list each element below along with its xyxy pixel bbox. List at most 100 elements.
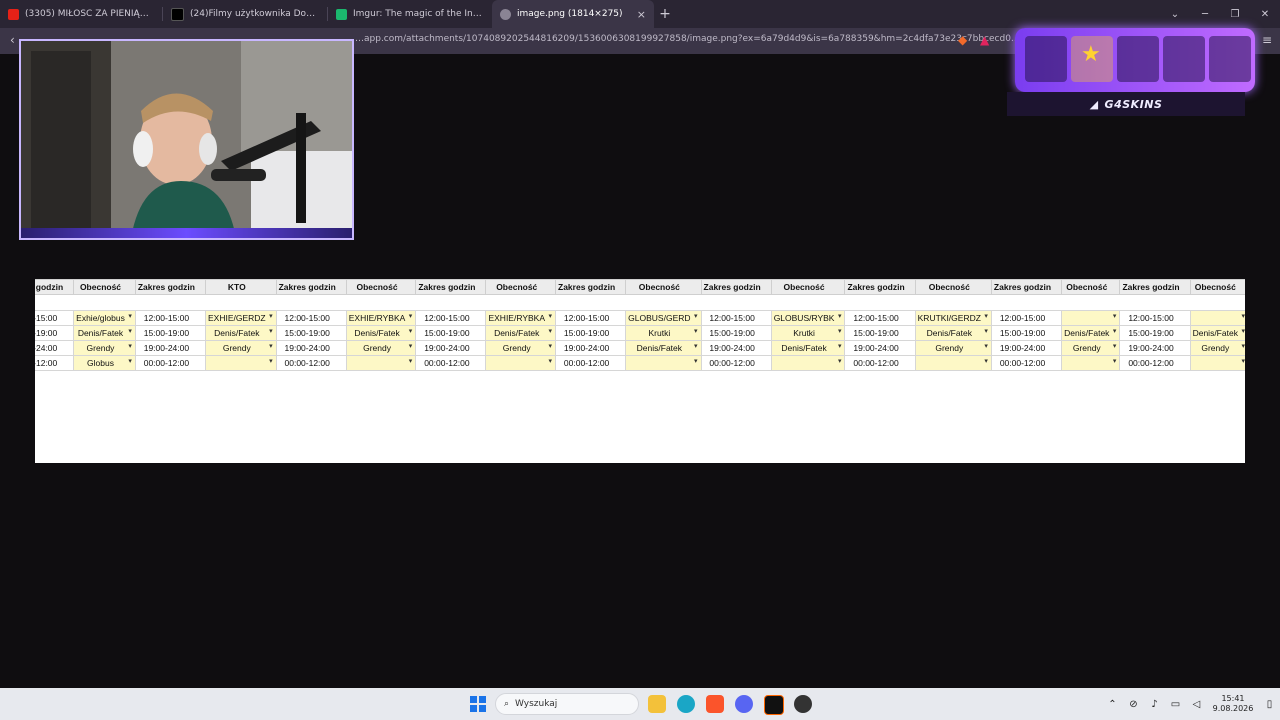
column-header: Zakres godzin bbox=[275, 279, 347, 295]
time-range-cell: 19:00-24:00 bbox=[1119, 340, 1191, 356]
time-range-cell: 12:00-15:00 bbox=[990, 310, 1063, 326]
dropdown-cell: EXHIE/RYBKA bbox=[485, 310, 557, 326]
tab-image-png[interactable]: image.png (1814×275) × bbox=[492, 0, 654, 28]
brave-icon[interactable] bbox=[706, 695, 724, 713]
file-explorer-icon[interactable] bbox=[648, 695, 666, 713]
image-icon bbox=[500, 8, 511, 20]
obs-icon[interactable] bbox=[794, 695, 812, 713]
table-row: 00:00-12:00Globus00:00-12:0000:00-12:000… bbox=[35, 355, 1245, 371]
restore-icon[interactable]: ❐ bbox=[1220, 9, 1250, 20]
clock[interactable]: 15:41 9.08.2026 bbox=[1207, 694, 1259, 714]
column-header: Zakres godzin bbox=[35, 279, 75, 295]
dropdown-cell bbox=[485, 355, 557, 371]
tab-label: Imgur: The magic of the Internet bbox=[353, 9, 484, 19]
header-row: Zakres godzinObecnośćZakres godzinKTOZak… bbox=[35, 279, 1245, 295]
time-range-cell: 19:00-24:00 bbox=[415, 340, 487, 356]
close-tab-icon[interactable]: × bbox=[631, 8, 646, 21]
dropdown-cell: GLOBUS/GERD bbox=[625, 310, 702, 326]
dropdown-cell bbox=[1061, 310, 1121, 326]
brand-logo-icon: ◢ bbox=[1089, 97, 1099, 111]
search-placeholder: Wyszukaj bbox=[515, 699, 558, 709]
time-range-cell: 12:00-15:00 bbox=[844, 310, 916, 326]
dropdown-cell: Denis/Fatek bbox=[625, 340, 702, 356]
taskbar-search[interactable]: ⌕ Wyszukaj bbox=[495, 693, 639, 715]
youtube-icon bbox=[8, 8, 19, 20]
network-off-icon[interactable]: ⊘ bbox=[1123, 699, 1144, 710]
time-range-cell: 12:00-15:00 bbox=[415, 310, 487, 326]
address-bar[interactable]: …app.com/attachments/1074089202544816209… bbox=[355, 34, 1020, 44]
table-row: 19:00-24:00Grendy19:00-24:00Grendy19:00-… bbox=[35, 340, 1245, 356]
chevron-up-icon[interactable]: ⌃ bbox=[1102, 699, 1123, 710]
edge-icon[interactable] bbox=[677, 695, 695, 713]
tab-label: image.png (1814×275) bbox=[517, 9, 623, 19]
dropdown-cell: EXHIE/RYBKA bbox=[345, 310, 417, 326]
dropdown-cell bbox=[204, 355, 277, 371]
tab-imgur[interactable]: Imgur: The magic of the Internet bbox=[328, 0, 492, 28]
time-range-cell: 00:00-12:00 bbox=[275, 355, 347, 371]
time-range-cell: 00:00-12:00 bbox=[990, 355, 1063, 371]
time-range-cell: 19:00-24:00 bbox=[555, 340, 627, 356]
time-range-cell: 12:00-15:00 bbox=[35, 310, 75, 326]
dropdown-cell bbox=[770, 355, 846, 371]
tab-label: (3305) MIŁOŚĆ ZA PIENIĄDZE - Y bbox=[25, 9, 154, 19]
time-range-cell: 12:00-15:00 bbox=[134, 310, 206, 326]
time-range-cell: 19:00-24:00 bbox=[35, 340, 75, 356]
dropdown-cell: Denis/Fatek bbox=[1061, 325, 1121, 341]
time-range-cell: 00:00-12:00 bbox=[134, 355, 206, 371]
close-window-icon[interactable]: ✕ bbox=[1250, 9, 1280, 20]
time-range-cell: 15:00-19:00 bbox=[555, 325, 627, 341]
display-icon[interactable]: ▭ bbox=[1165, 699, 1186, 710]
date: 9.08.2026 bbox=[1212, 704, 1254, 713]
promo-brand: G4SKINS bbox=[1104, 97, 1163, 111]
promo-brand-banner: ◢ G4SKINS bbox=[1007, 92, 1245, 116]
menu-icon[interactable]: ≡ bbox=[1262, 33, 1272, 47]
brave-shield-icon[interactable]: ◆ bbox=[958, 33, 967, 47]
dropdown-cell: Denis/Fatek bbox=[1189, 325, 1245, 341]
volume-icon[interactable]: ◁ bbox=[1186, 699, 1207, 710]
star-icon: ★ bbox=[1081, 42, 1101, 67]
skin-item-star: ★ bbox=[1071, 36, 1113, 82]
discord-icon[interactable] bbox=[735, 695, 753, 713]
start-icon[interactable] bbox=[470, 696, 486, 712]
minimize-icon[interactable]: ─ bbox=[1190, 9, 1220, 20]
time-range-cell: 15:00-19:00 bbox=[1119, 325, 1191, 341]
search-icon: ⌕ bbox=[504, 699, 510, 709]
capcut-icon[interactable] bbox=[764, 695, 784, 715]
time-range-cell: 00:00-12:00 bbox=[700, 355, 772, 371]
time-range-cell: 12:00-15:00 bbox=[555, 310, 627, 326]
table-row: 12:00-15:00Exhie/globus12:00-15:00EXHIE/… bbox=[35, 310, 1245, 326]
time-range-cell: 19:00-24:00 bbox=[700, 340, 772, 356]
column-header: Zakres godzin bbox=[415, 279, 487, 295]
time-range-cell: 15:00-19:00 bbox=[700, 325, 772, 341]
column-header: KTO bbox=[204, 279, 277, 295]
new-tab-button[interactable]: + bbox=[654, 6, 676, 22]
dropdown-cell: Grendy bbox=[1061, 340, 1121, 356]
tab-tiktok[interactable]: (24)Filmy użytkownika Dobry_seksuo bbox=[163, 0, 327, 28]
time-range-cell: 15:00-19:00 bbox=[35, 325, 75, 341]
dropdown-cell: Denis/Fatek bbox=[485, 325, 557, 341]
time-range-cell: 15:00-19:00 bbox=[844, 325, 916, 341]
column-header: Obecność bbox=[485, 279, 557, 295]
microphone-icon[interactable]: ♪ bbox=[1144, 699, 1165, 710]
dropdown-cell: Exhie/globus bbox=[73, 310, 136, 326]
column-header: Zakres godzin bbox=[555, 279, 627, 295]
dropdown-cell: GLOBUS/RYBK bbox=[770, 310, 846, 326]
time-range-cell: 19:00-24:00 bbox=[134, 340, 206, 356]
dropdown-cell: KRUTKI/GERDZ bbox=[914, 310, 992, 326]
dropdown-cell: Grendy bbox=[73, 340, 136, 356]
dropdown-cell: Grendy bbox=[204, 340, 277, 356]
column-header: Obecność bbox=[770, 279, 846, 295]
time-range-cell: 12:00-15:00 bbox=[700, 310, 772, 326]
time-range-cell: 00:00-12:00 bbox=[1119, 355, 1191, 371]
tab-youtube[interactable]: (3305) MIŁOŚĆ ZA PIENIĄDZE - Y bbox=[0, 0, 162, 28]
spacer-row bbox=[35, 294, 1245, 311]
column-header: Zakres godzin bbox=[990, 279, 1063, 295]
tab-list-icon[interactable]: ⌄ bbox=[1160, 9, 1190, 20]
promo-skins-panel: ★ bbox=[1015, 28, 1255, 92]
brave-rewards-icon[interactable]: ▲ bbox=[980, 33, 989, 47]
notifications-icon[interactable]: ▯ bbox=[1259, 699, 1280, 710]
dropdown-cell: Grendy bbox=[345, 340, 417, 356]
back-icon[interactable]: ‹ bbox=[10, 33, 15, 47]
dropdown-cell bbox=[1061, 355, 1121, 371]
column-header: Zakres godzin bbox=[1119, 279, 1191, 295]
